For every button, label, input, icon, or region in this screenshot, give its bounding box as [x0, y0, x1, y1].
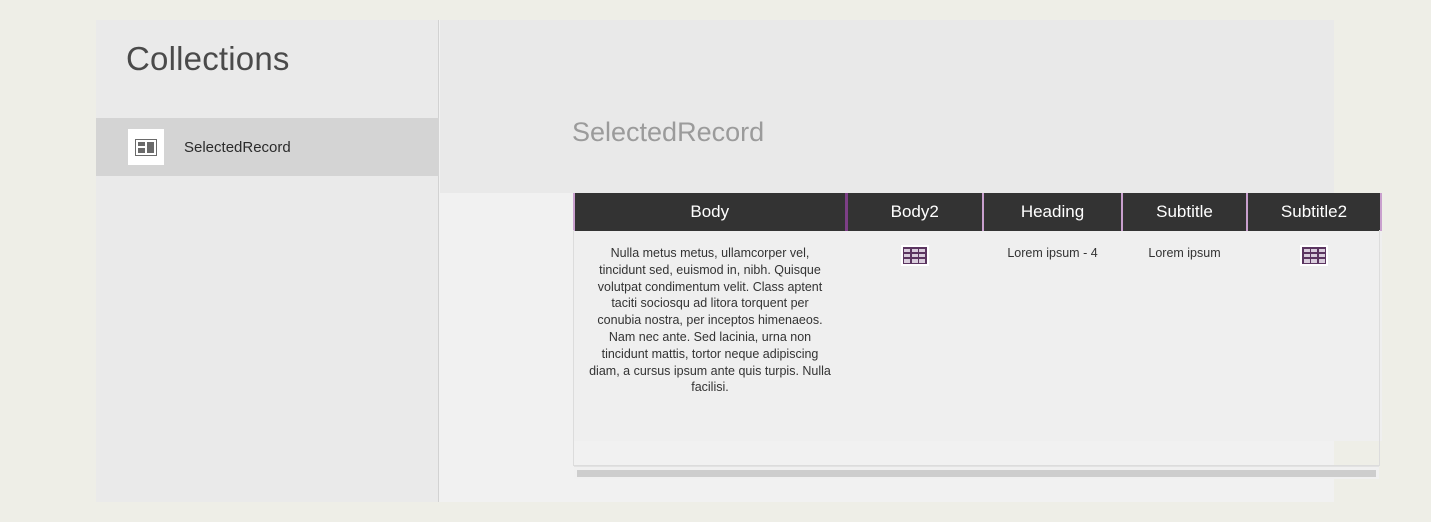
- table-horizontal-scrollbar[interactable]: [574, 466, 1379, 479]
- column-header-body[interactable]: Body: [573, 193, 847, 231]
- table-grid-icon[interactable]: [1300, 245, 1328, 266]
- column-header-heading[interactable]: Heading: [982, 193, 1123, 231]
- column-header-subtitle[interactable]: Subtitle: [1121, 193, 1248, 231]
- main-header-band: [440, 20, 1334, 193]
- main-content: SelectedRecord Body Body2 Heading Subtit…: [440, 20, 1382, 502]
- collections-sidebar: Collections SelectedRecord: [96, 20, 439, 502]
- table-header-row: Body Body2 Heading Subtitle Subtitle2: [573, 193, 1382, 231]
- record-table-container: Body Body2 Heading Subtitle Subtitle2 Nu…: [573, 193, 1382, 441]
- app-panel: Collections SelectedRecord SelectedRecor…: [96, 20, 1382, 502]
- scrollbar-thumb[interactable]: [577, 470, 1376, 477]
- record-table: Body Body2 Heading Subtitle Subtitle2 Nu…: [573, 193, 1382, 441]
- sidebar-item-label: SelectedRecord: [184, 138, 291, 156]
- cell-heading: Lorem ipsum - 4: [982, 230, 1123, 441]
- column-header-body2[interactable]: Body2: [844, 193, 984, 231]
- table-body: Nulla metus metus, ullamcorper vel, tinc…: [573, 230, 1382, 441]
- table-grid-icon[interactable]: [900, 245, 929, 266]
- table-row[interactable]: Nulla metus metus, ullamcorper vel, tinc…: [573, 230, 1382, 441]
- page-title: SelectedRecord: [572, 117, 765, 147]
- cell-subtitle: Lorem ipsum: [1121, 230, 1248, 441]
- sidebar-title: Collections: [126, 40, 290, 77]
- table-header: Body Body2 Heading Subtitle Subtitle2: [573, 193, 1382, 231]
- cell-body: Nulla metus metus, ullamcorper vel, tinc…: [573, 230, 847, 441]
- cell-body2: [845, 230, 984, 441]
- cell-subtitle2: [1246, 230, 1382, 441]
- sidebar-item-selectedrecord[interactable]: SelectedRecord: [96, 118, 439, 176]
- record-card-icon: [128, 129, 164, 165]
- column-header-subtitle2[interactable]: Subtitle2: [1246, 193, 1382, 231]
- collection-list: SelectedRecord: [96, 118, 439, 176]
